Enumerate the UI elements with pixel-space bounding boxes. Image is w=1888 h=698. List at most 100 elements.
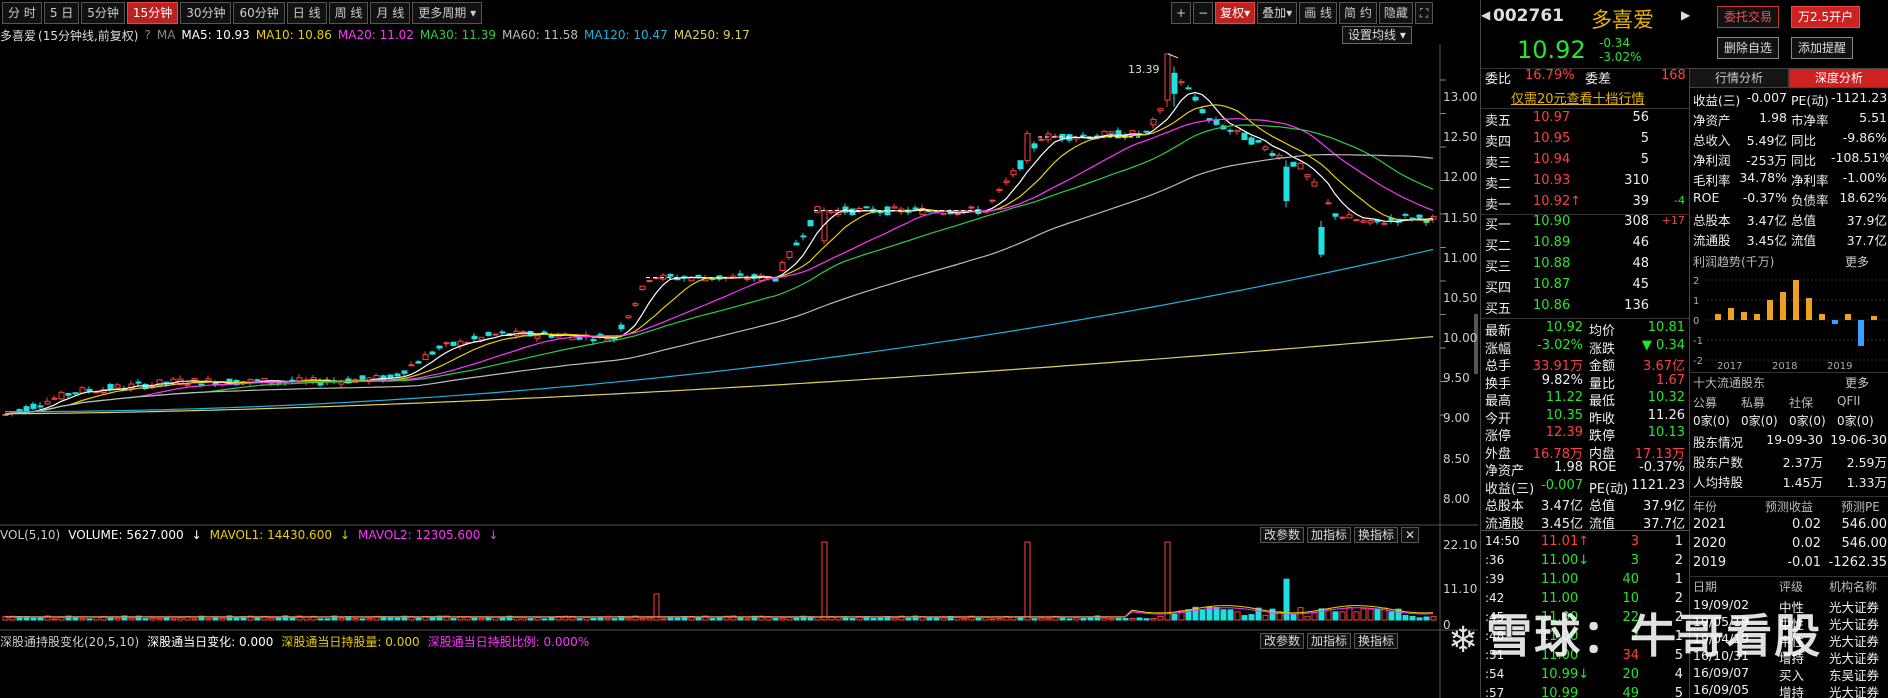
fin-value: -0.007 bbox=[1746, 90, 1787, 105]
trade-button[interactable]: 委托交易 bbox=[1717, 6, 1780, 28]
volume-bar bbox=[821, 541, 828, 621]
period-60min-button[interactable]: 60分钟 bbox=[233, 2, 285, 24]
sh-add-indicator-button[interactable]: 加指标 bbox=[1307, 633, 1352, 649]
sh-panel-buttons: 改参数 加指标 换指标 bbox=[1260, 633, 1399, 649]
remove-watchlist-button[interactable]: 删除自选 bbox=[1717, 37, 1780, 59]
overlay-dropdown[interactable]: 叠加▾ bbox=[1257, 2, 1298, 24]
simple-mode-button[interactable]: 简 约 bbox=[1339, 2, 1377, 24]
candle bbox=[37, 405, 44, 408]
period-30min-button[interactable]: 30分钟 bbox=[180, 2, 232, 24]
period-day-button[interactable]: 日 线 bbox=[286, 2, 327, 24]
profit-title-text: 利润趋势(千万) bbox=[1693, 255, 1775, 269]
tab-deep-analysis[interactable]: 深度分析 bbox=[1789, 68, 1888, 88]
price-tick: 11.50 bbox=[1443, 211, 1478, 225]
candle bbox=[1157, 108, 1164, 112]
weibi-value: 16.79% bbox=[1525, 68, 1575, 83]
quote-header: ◀ 002761 多喜爱 ▶ 10.92 -0.34 -3.02% 委托交易 万2… bbox=[1481, 0, 1888, 70]
candle bbox=[779, 262, 786, 271]
sh-change-params-button[interactable]: 改参数 bbox=[1260, 633, 1305, 649]
prev-stock-icon[interactable]: ◀ bbox=[1481, 8, 1490, 22]
candle bbox=[968, 206, 975, 209]
fin-value: 5.49亿 bbox=[1746, 133, 1787, 148]
set-ma-button[interactable]: 设置均线 ▾ bbox=[1342, 26, 1412, 44]
vol-change-params-button[interactable]: 改参数 bbox=[1260, 527, 1305, 543]
holders-more-link[interactable]: 更多 bbox=[1845, 374, 1869, 394]
rating-row: 16/09/05 增持 光大证券 bbox=[1693, 682, 1888, 698]
volume-bar bbox=[527, 618, 534, 621]
stat-label: 流值 bbox=[1589, 516, 1616, 532]
candle bbox=[954, 212, 961, 215]
candle bbox=[632, 303, 639, 306]
volume-bar bbox=[1115, 617, 1122, 621]
ma10-line bbox=[4, 104, 1434, 416]
candle bbox=[247, 379, 254, 383]
period-15min-button[interactable]: 15分钟 bbox=[126, 2, 179, 24]
next-stock-icon[interactable]: ▶ bbox=[1681, 8, 1690, 22]
candle bbox=[268, 382, 275, 385]
candle bbox=[646, 280, 653, 283]
ma60-line bbox=[4, 153, 1434, 416]
help-icon[interactable]: ? bbox=[144, 28, 150, 42]
period-month-button[interactable]: 月 线 bbox=[370, 2, 411, 24]
period-5min-button[interactable]: 5分钟 bbox=[81, 2, 125, 24]
stat-label: 金额 bbox=[1589, 359, 1616, 374]
volume-bar bbox=[114, 617, 121, 621]
tick-row: :54 10.99↓ 20 4 bbox=[1481, 667, 1689, 685]
candle bbox=[1234, 129, 1241, 133]
add-alert-button[interactable]: 添加提醒 bbox=[1791, 37, 1854, 59]
sh-switch-indicator-button[interactable]: 换指标 bbox=[1354, 633, 1399, 649]
volume-bar bbox=[744, 618, 751, 621]
candle bbox=[1248, 137, 1255, 145]
tab-market-analysis[interactable]: 行情分析 bbox=[1689, 68, 1789, 88]
fin-label: 同比 bbox=[1791, 133, 1817, 148]
volume-bar bbox=[1430, 616, 1437, 621]
ten-level-link[interactable]: 仅需20元查看十档行情 bbox=[1511, 88, 1645, 108]
stat-row: 总股本 3.47亿 总值 37.9亿 bbox=[1481, 495, 1689, 514]
fuquan-dropdown[interactable]: 复权▾ bbox=[1215, 2, 1256, 24]
candle bbox=[814, 206, 821, 213]
candle bbox=[23, 406, 30, 412]
hide-button[interactable]: 隐藏 bbox=[1378, 2, 1413, 24]
tick-price: 10.99 bbox=[1541, 686, 1579, 698]
volume-bar bbox=[653, 593, 660, 621]
zoom-out-button[interactable]: − bbox=[1193, 2, 1214, 24]
volume-bar bbox=[191, 618, 198, 621]
volume-bar bbox=[478, 617, 485, 621]
profit-bar bbox=[1754, 314, 1760, 320]
zoom-in-button[interactable]: + bbox=[1171, 2, 1192, 24]
candle bbox=[499, 331, 506, 334]
ma30-value: MA30: 11.39 bbox=[419, 28, 496, 42]
fin-row: 总收入 5.49亿 同比 -9.86% bbox=[1693, 130, 1888, 150]
vol-switch-indicator-button[interactable]: 换指标 bbox=[1354, 527, 1399, 543]
open-account-button[interactable]: 万2.5开户 bbox=[1791, 6, 1861, 28]
order-volume: 45 bbox=[1632, 277, 1649, 292]
rating-date: 16/09/05 bbox=[1693, 682, 1750, 697]
kline-chart[interactable] bbox=[0, 44, 1478, 698]
period-week-button[interactable]: 周 线 bbox=[328, 2, 369, 24]
candle bbox=[1185, 87, 1192, 90]
period-more-dropdown[interactable]: 更多周期 ▾ bbox=[412, 2, 483, 24]
volume-bar bbox=[205, 618, 212, 621]
draw-line-button[interactable]: 画 线 bbox=[1299, 2, 1338, 24]
period-fenshi-button[interactable]: 分 时 bbox=[2, 2, 42, 24]
candle bbox=[450, 341, 457, 346]
profit-bar bbox=[1832, 320, 1838, 324]
vol-add-indicator-button[interactable]: 加指标 bbox=[1307, 527, 1352, 543]
caret-down-icon: ▾ bbox=[1286, 6, 1293, 20]
volume-bar bbox=[1087, 616, 1094, 621]
tick-count: 2 bbox=[1674, 553, 1683, 568]
stat-label: 总股本 bbox=[1485, 499, 1525, 514]
holders-val: 0家(0) bbox=[1741, 414, 1778, 428]
fullscreen-icon[interactable]: ⛶ bbox=[1414, 2, 1434, 24]
close-icon[interactable]: ✕ bbox=[1401, 527, 1420, 543]
stat-label: 最高 bbox=[1485, 394, 1512, 409]
volume-bar bbox=[534, 617, 541, 621]
profit-bar bbox=[1819, 314, 1825, 320]
profit-xtick: 2019 bbox=[1827, 361, 1852, 370]
candle bbox=[744, 278, 751, 281]
candle bbox=[639, 285, 646, 290]
period-5day-button[interactable]: 5 日 bbox=[43, 2, 80, 24]
volume-bar bbox=[1122, 618, 1129, 621]
candle bbox=[1010, 170, 1017, 176]
order-price: 10.92↑ bbox=[1533, 194, 1582, 209]
